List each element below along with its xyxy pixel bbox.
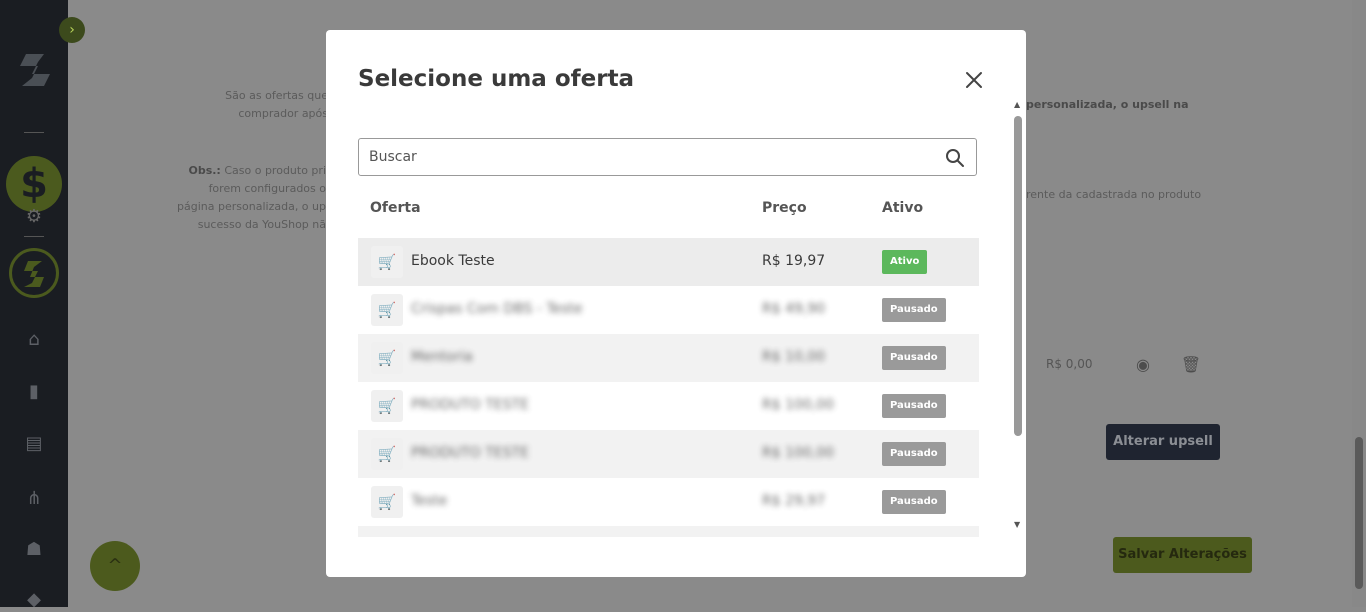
description-text-right: personalizada, o upsell na (1026, 96, 1266, 114)
table-row[interactable]: 🛒 PRODUTO TESTE R$ 100,00 Pausado (358, 430, 979, 478)
page-scrollbar[interactable] (1352, 0, 1366, 607)
cart-icon: 🛒 (371, 438, 403, 470)
presentation-icon[interactable]: ▤ (22, 432, 46, 456)
status-badge: Pausado (882, 442, 946, 466)
modal-scrollbar[interactable]: ▲ ▼ (1012, 100, 1024, 536)
shopping-bag-icon[interactable]: ▮ (22, 380, 46, 404)
obs-text-right: rente da cadastrada no produto (1026, 186, 1226, 204)
status-badge: Ativo (882, 250, 928, 274)
search-box (358, 138, 977, 176)
trash-icon[interactable]: 🗑 (1180, 354, 1202, 376)
offer-price: R$ 19,97 (762, 253, 826, 269)
obs-line: página personalizada, o up (177, 200, 326, 213)
alterar-upsell-button[interactable]: Alterar upsell (1106, 424, 1220, 460)
offer-name: Ebook Teste (411, 253, 495, 269)
description-line: São as ofertas que (225, 89, 328, 102)
table-header: Oferta Preço Ativo (358, 190, 979, 228)
description-line: personalizada, o upsell na (1026, 98, 1189, 111)
scroll-down-arrow-icon[interactable]: ▼ (1014, 520, 1020, 529)
table-row[interactable]: 🛒 Crispas Com DBS - Teste R$ 49,90 Pausa… (358, 286, 979, 334)
obs-text: Obs.: Caso o produto pri forem configura… (174, 162, 326, 234)
eye-icon[interactable]: ◉ (1132, 354, 1154, 376)
offer-price: R$ 29,97 (762, 493, 826, 509)
offer-price: R$ 49,90 (762, 301, 826, 317)
sidebar: › $ ⚙ ⌂ ▮ ▤ ⋔ ☗ ◆ (0, 0, 85, 610)
users-icon[interactable]: ☗ (22, 538, 46, 562)
column-header-offer: Oferta (370, 200, 421, 216)
scroll-up-arrow-icon[interactable]: ▲ (1014, 100, 1020, 109)
modal-title: Selecione uma oferta (358, 66, 635, 92)
offer-price: R$ 100,00 (762, 397, 835, 413)
select-offer-modal: Selecione uma oferta Oferta Preço Ativo … (326, 30, 1026, 577)
network-icon[interactable]: ⋔ (22, 487, 46, 511)
salvar-alteracoes-button[interactable]: Salvar Alterações (1113, 537, 1252, 573)
modal-scrollbar-thumb[interactable] (1014, 116, 1022, 436)
table-row[interactable]: 🛒 Ebook Teste R$ 19,97 Ativo (358, 238, 979, 286)
scroll-to-top-button[interactable]: ^ (90, 541, 140, 591)
cart-icon: 🛒 (371, 246, 403, 278)
offer-name: Mentoria (411, 349, 473, 365)
obs-line: forem configurados o (208, 182, 326, 195)
obs-line: rente da cadastrada no produto (1026, 188, 1202, 201)
offers-table: Oferta Preço Ativo 🛒 Ebook Teste R$ 19,9… (358, 190, 979, 537)
status-badge: Pausado (882, 490, 946, 514)
status-badge: Pausado (882, 394, 946, 418)
offer-name: Crispas Com DBS - Teste (411, 301, 583, 317)
cart-icon: 🛒 (371, 486, 403, 518)
offer-name: Teste (411, 493, 448, 509)
table-row[interactable]: 🛒 PRODUTO TESTE R$ 100,00 Pausado (358, 382, 979, 430)
obs-line: Caso o produto pri (224, 164, 326, 177)
home-icon[interactable]: ⌂ (22, 328, 46, 352)
brand-logo-icon (20, 54, 50, 86)
obs-label: Obs.: (188, 164, 221, 177)
gear-icon[interactable]: ⚙ (24, 207, 44, 227)
sales-dollar-icon[interactable]: $ (6, 156, 62, 212)
search-input[interactable] (369, 139, 929, 175)
diamond-icon[interactable]: ◆ (22, 588, 46, 612)
offer-price: R$ 10,00 (762, 349, 826, 365)
description-line: comprador após (238, 107, 328, 120)
obs-line: sucesso da YouShop nã (197, 218, 326, 231)
offer-name: PRODUTO TESTE (411, 397, 529, 413)
sidebar-divider (24, 132, 44, 133)
sidebar-toggle-button[interactable]: › (59, 17, 85, 43)
search-icon[interactable] (945, 148, 965, 168)
upsell-price: R$ 0,00 (1046, 357, 1093, 371)
close-icon[interactable] (964, 70, 984, 90)
description-text: São as ofertas que comprador após (218, 87, 328, 123)
cart-icon: 🛒 (371, 294, 403, 326)
status-badge: Pausado (882, 346, 946, 370)
table-row[interactable]: 🛒 Mentoria R$ 10,00 Pausado (358, 334, 979, 382)
column-header-price: Preço (762, 200, 807, 216)
table-row[interactable]: 🛒 Teste R$ 29,97 Pausado (358, 478, 979, 526)
brand-ring-icon[interactable] (9, 248, 59, 298)
offer-price: R$ 100,00 (762, 445, 835, 461)
cart-icon: 🛒 (371, 342, 403, 374)
sidebar-divider (24, 236, 44, 237)
offer-name: PRODUTO TESTE (411, 445, 529, 461)
table-row[interactable] (358, 526, 979, 537)
column-header-active: Ativo (882, 200, 924, 216)
cart-icon: 🛒 (371, 390, 403, 422)
page-scrollbar-thumb[interactable] (1355, 437, 1363, 589)
status-badge: Pausado (882, 298, 946, 322)
